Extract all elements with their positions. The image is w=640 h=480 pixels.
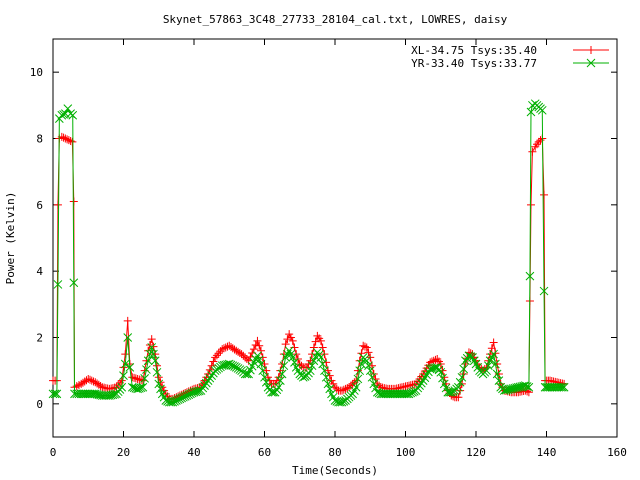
data-point-marker [438, 373, 447, 383]
data-point-marker [207, 371, 216, 380]
data-point-marker [285, 330, 294, 339]
x-tick-label: 20 [117, 446, 130, 459]
data-point-marker [209, 357, 218, 366]
data-point-marker [318, 359, 328, 369]
data-point-marker [288, 336, 297, 345]
data-point-marker [321, 372, 331, 382]
data-point-marker [279, 361, 289, 371]
x-tick-label: 40 [187, 446, 200, 459]
data-point-marker [362, 343, 371, 352]
data-point-marker [436, 367, 446, 377]
y-tick-label: 0 [36, 398, 43, 411]
data-point-marker [274, 382, 283, 392]
data-point-marker [147, 335, 156, 344]
data-point-marker [142, 365, 151, 374]
data-point-marker [526, 200, 535, 209]
x-tick-label: 80 [328, 446, 341, 459]
data-point-marker [494, 369, 503, 378]
y-tick-label: 4 [36, 265, 43, 278]
x-tick-label: 160 [607, 446, 627, 459]
data-point-marker [359, 341, 368, 350]
data-point-marker [133, 374, 142, 383]
chart-svg: 0 20 40 60 80 100 120 140 160 0 2 4 6 8 10 Skynet_57863… [4, 13, 627, 477]
legend-label: XL-34.75 Tsys:35.40 [411, 44, 537, 57]
x-tick-label: 140 [537, 446, 557, 459]
data-point-marker [128, 373, 137, 382]
data-point-marker [316, 353, 326, 362]
data-point-marker [540, 190, 549, 199]
data-point-marker [493, 360, 502, 369]
data-point-marker [253, 336, 262, 345]
data-point-marker [286, 333, 295, 342]
x-tick-label: 100 [396, 446, 416, 459]
x-tick-label: 0 [50, 446, 57, 459]
data-point-marker [297, 361, 306, 370]
data-point-marker [528, 100, 537, 110]
data-point-marker [587, 46, 595, 54]
x-tick-label: 60 [258, 446, 271, 459]
data-point-marker [123, 316, 132, 325]
data-point-marker [121, 350, 130, 359]
data-point-marker [309, 343, 318, 352]
legend-label: YR-33.40 Tsys:33.77 [411, 57, 537, 70]
data-point-marker [140, 374, 150, 383]
chart-title: Skynet_57863_3C48_27733_28104_cal.txt, L… [163, 13, 508, 26]
x-axis-label: Time(Seconds) [292, 464, 378, 477]
y-tick-label: 6 [36, 199, 43, 212]
data-point-marker [251, 340, 260, 349]
y-tick-label: 8 [36, 133, 43, 146]
data-point-marker [205, 373, 215, 383]
data-point-marker [135, 375, 144, 384]
data-point-marker [207, 361, 216, 370]
y-tick-label: 2 [36, 332, 43, 345]
data-point-marker [256, 346, 265, 355]
data-point-marker [304, 368, 313, 378]
y-tick-label: 10 [30, 66, 43, 79]
data-point-marker [53, 200, 62, 209]
chart: 0 20 40 60 80 100 120 140 160 0 2 4 6 8 10 Skynet_57863… [0, 0, 640, 480]
data-point-marker [131, 374, 140, 383]
data-point-marker [489, 338, 498, 347]
x-tick-label: 120 [466, 446, 486, 459]
data-point-marker [72, 382, 81, 391]
data-point-marker [341, 384, 350, 393]
data-point-marker [353, 374, 363, 384]
y-axis-label: Power (Kelvin) [4, 192, 17, 285]
data-point-marker [311, 337, 320, 346]
